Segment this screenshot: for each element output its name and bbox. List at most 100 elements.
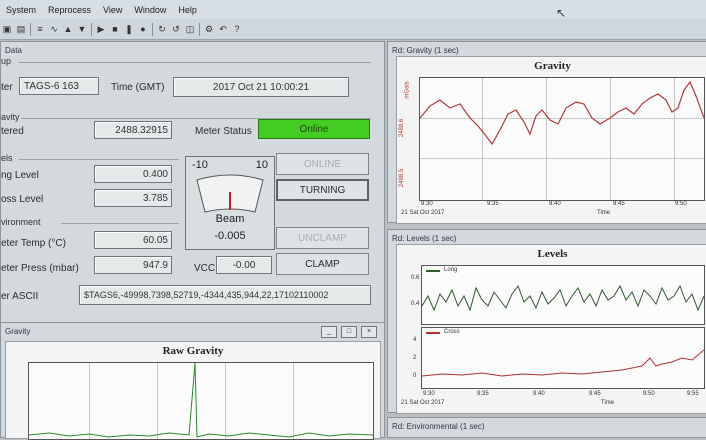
wave-icon[interactable]: ∿ — [48, 23, 60, 35]
filter-icon[interactable]: ▼ — [76, 23, 88, 35]
long-level-label: ng Level — [1, 170, 39, 181]
time-label: Time (GMT) — [111, 82, 165, 93]
maximize-button[interactable]: □ — [341, 326, 357, 338]
vcc-field: -0.00 — [216, 256, 272, 274]
long-ytick: 0.4 — [411, 301, 420, 307]
long-level-plot: Long — [421, 265, 705, 325]
gravity-plot — [419, 77, 705, 201]
levels-chart: Levels Long 0.6 0.4 Cross 4 2 0 9:30 9:3… — [396, 244, 706, 414]
long-ytick: 0.6 — [411, 275, 420, 281]
raw-gravity-plot — [28, 362, 374, 440]
long-level-series — [422, 284, 704, 312]
minimize-button[interactable]: _ — [321, 326, 337, 338]
record-icon[interactable]: ● — [137, 23, 149, 35]
group-gravity-label: avity — [1, 112, 20, 122]
open-icon[interactable]: ▤ — [15, 23, 27, 35]
time-field: 2017 Oct 21 10:00:21 — [173, 77, 349, 97]
cross-level-plot: Cross — [421, 327, 705, 389]
split-icon[interactable]: ◫ — [184, 23, 196, 35]
toolbar-separator — [30, 22, 31, 36]
beam-value: -0.005 — [214, 230, 246, 242]
settings-icon[interactable]: ⚙ — [203, 23, 215, 35]
levels-xlabel: Time — [601, 400, 615, 406]
cross-ytick: 0 — [413, 373, 417, 379]
play-icon[interactable]: ▶ — [95, 23, 107, 35]
menu-reprocess[interactable]: Reprocess — [42, 5, 97, 15]
meter-temp-label: eter Temp (°C) — [1, 238, 66, 249]
meter-field: TAGS-6 163 — [19, 77, 99, 95]
toolbar: ▣ ▤ ≡ ∿ ▲ ▼ ▶ ■ ❚ ● ↻ ↺ ◫ ⚙ ↶ ? — [0, 19, 706, 40]
long-level-field: 0.400 — [94, 165, 172, 183]
levels-xtick: 9:40 — [533, 391, 545, 397]
gravity-date: 21 Sat Oct 2017 — [401, 210, 445, 216]
beam-dial — [196, 174, 264, 213]
gravity-xtick: 9:50 — [675, 201, 687, 207]
cross-level-series — [422, 349, 704, 377]
gravity-chart: Gravity mGals 2488.5 2488.6 9:30 9:35 9:… — [396, 56, 706, 224]
meter-label: ter — [1, 82, 13, 93]
environmental-window-title: Rd: Environmental (1 sec) — [392, 422, 485, 431]
environmental-window: Rd: Environmental (1 sec) — [387, 417, 706, 438]
levels-window: Rd: Levels (1 sec) Levels Long 0.6 0.4 C… — [387, 229, 706, 414]
gravity-series — [420, 80, 704, 146]
cross-level-label: oss Level — [1, 194, 44, 205]
meter-ascii-label: er ASCII — [1, 291, 39, 302]
group-divider — [61, 223, 179, 224]
unclamp-button[interactable]: UNCLAMP — [276, 227, 369, 249]
gravity-chart-title: Gravity — [534, 60, 571, 72]
levels-xtick: 9:55 — [687, 391, 699, 397]
levels-chart-title: Levels — [537, 248, 568, 260]
pause-icon[interactable]: ❚ — [123, 23, 135, 35]
beam-label: Beam — [215, 213, 245, 225]
menu-system[interactable]: System — [0, 5, 42, 15]
cross-ytick: 4 — [413, 337, 417, 343]
menu-view[interactable]: View — [97, 5, 128, 15]
online-button[interactable]: ONLINE — [276, 153, 369, 175]
gravity-xlabel: Time — [597, 210, 611, 216]
levels-date: 21 Sat Oct 2017 — [401, 400, 445, 406]
turning-button[interactable]: TURNING — [276, 179, 369, 201]
toolbar-separator — [91, 22, 92, 36]
gravity-xtick: 9:45 — [613, 201, 625, 207]
undo-icon[interactable]: ↶ — [217, 23, 229, 35]
raw-gravity-window-title: Gravity — [5, 327, 31, 336]
beam-max-label: 10 — [255, 159, 268, 171]
gravity-xtick: 9:30 — [421, 201, 433, 207]
gravity-xtick: 9:35 — [487, 201, 499, 207]
meter-temp-field: 60.05 — [94, 231, 172, 249]
meter-status-label: Meter Status — [195, 126, 252, 137]
help-icon[interactable]: ? — [231, 23, 243, 35]
sync-icon[interactable]: ↺ — [170, 23, 182, 35]
menu-help[interactable]: Help — [172, 5, 203, 15]
chart-icon[interactable]: ▲ — [62, 23, 74, 35]
list-icon[interactable]: ≡ — [34, 23, 46, 35]
meter-status-indicator: Online — [258, 119, 370, 139]
meter-press-field: 947.9 — [94, 256, 172, 274]
raw-gravity-chart: Raw Gravity — [5, 341, 381, 440]
group-levels-label: els — [1, 153, 13, 163]
filtered-field: 2488.32915 — [94, 121, 172, 139]
stop-icon[interactable]: ■ — [109, 23, 121, 35]
group-environment-label: vironment — [1, 217, 41, 227]
levels-xtick: 9:45 — [589, 391, 601, 397]
meter-press-label: eter Press (mbar) — [1, 263, 79, 274]
close-button[interactable]: × — [361, 326, 377, 338]
menu-window[interactable]: Window — [128, 5, 172, 15]
meter-ascii-field: $TAGS6,-49998.7398,52719,-4344,435,944,2… — [79, 285, 371, 305]
gravity-ytick: 2488.5 — [399, 168, 406, 188]
gravity-ylabel: mGals — [404, 81, 411, 99]
cross-ytick: 2 — [413, 355, 417, 361]
refresh-icon[interactable]: ↻ — [156, 23, 168, 35]
toolbar-separator — [152, 22, 153, 36]
cross-level-field: 3.785 — [94, 189, 172, 207]
filtered-label: tered — [1, 126, 24, 137]
group-divider — [19, 62, 371, 63]
menu-bar: System Reprocess View Window Help — [0, 0, 706, 19]
levels-xtick: 9:50 — [643, 391, 655, 397]
group-setup-label: up — [1, 56, 12, 66]
save-icon[interactable]: ▣ — [1, 23, 13, 35]
mouse-cursor-icon: ↖ — [556, 6, 567, 20]
gravity-window: Rd: Gravity (1 sec) Gravity mGals 2488.5… — [387, 41, 706, 224]
toolbar-separator — [199, 22, 200, 36]
clamp-button[interactable]: CLAMP — [276, 253, 369, 275]
